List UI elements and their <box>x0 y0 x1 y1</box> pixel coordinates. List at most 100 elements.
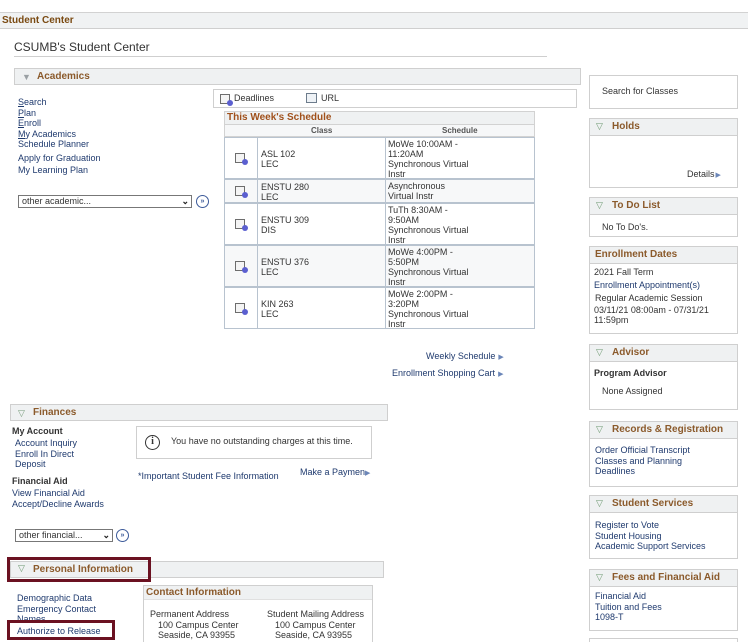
schedule-header-row: Class Schedule <box>224 124 535 137</box>
class-details-icon[interactable] <box>235 261 248 273</box>
holds-details-link[interactable]: Details▶ <box>687 169 721 179</box>
arrow-right-icon: ▶ <box>365 470 371 477</box>
arrow-right-icon: ▶ <box>498 371 504 378</box>
link-account-inquiry[interactable]: Account Inquiry <box>15 438 77 448</box>
mailing-address-line2: Seaside, CA 93955 <box>275 630 353 640</box>
link-register-vote[interactable]: Register to Vote <box>595 520 659 530</box>
link-enroll-direct[interactable]: Enroll In Direct <box>15 449 74 459</box>
class-name: ENSTU 280 <box>261 182 310 192</box>
program-advisor-label: Program Advisor <box>594 368 667 378</box>
permanent-address-line1: 100 Campus Center <box>158 619 239 630</box>
link-classes-planning[interactable]: Classes and Planning <box>595 456 682 466</box>
link-search[interactable]: Search <box>18 97 47 107</box>
shopping-cart-link[interactable]: Enrollment Shopping Cart ▶ <box>392 368 503 378</box>
records-title: Records & Registration <box>612 424 724 435</box>
schedule-row: ENSTU 309 DIS TuTh 8:30AM -9:50AM Synchrono… <box>224 203 535 245</box>
schedule-cell: MoWe 4:00PM -5:50PM Synchronous Virtual In… <box>386 246 534 287</box>
class-details-cell[interactable] <box>225 288 258 328</box>
class-details-cell[interactable] <box>225 138 258 178</box>
url-link[interactable]: URL <box>321 93 339 103</box>
class-name: ENSTU 376 <box>261 257 310 267</box>
fee-info-link[interactable]: *Important Student Fee Information <box>138 471 279 481</box>
term: 2021 Fall Term <box>594 267 654 277</box>
collapse-icon[interactable]: ▽ <box>18 408 25 419</box>
link-tuition-fees[interactable]: Tuition and Fees <box>595 602 662 612</box>
schedule-line: MoWe 4:00PM - <box>388 247 453 257</box>
schedule-line: MoWe 10:00AM - <box>388 139 458 149</box>
class-name: KIN 263 <box>261 299 294 309</box>
link-learning-plan[interactable]: My Learning Plan <box>18 165 88 175</box>
todo-text: No To Do's. <box>602 222 649 232</box>
link-demographic-data[interactable]: Demographic Data <box>17 593 92 603</box>
personal-info-header[interactable]: ▽ Personal Information <box>7 557 151 582</box>
link-deposit[interactable]: Deposit <box>15 459 46 469</box>
class-details-icon[interactable] <box>235 186 248 198</box>
link-view-financial-aid[interactable]: View Financial Aid <box>12 488 85 498</box>
link-academic-support[interactable]: Academic Support Services <box>595 541 706 551</box>
contact-info-panel: Contact Information Permanent Address 10… <box>143 585 373 642</box>
class-details-icon[interactable] <box>235 153 248 165</box>
collapse-icon[interactable]: ▽ <box>596 498 603 509</box>
collapse-icon[interactable]: ▽ <box>18 563 25 574</box>
collapse-icon[interactable]: ▼ <box>22 72 31 82</box>
search-classes-box: Search for Classes <box>589 75 738 109</box>
link-student-housing[interactable]: Student Housing <box>595 531 662 541</box>
search-classes-link[interactable]: Search for Classes <box>602 86 678 96</box>
class-name: ASL 102 <box>261 149 296 159</box>
next-box-edge <box>589 638 738 642</box>
link-apply-graduation[interactable]: Apply for Graduation <box>18 153 101 163</box>
other-academic-select[interactable]: other academic... ⌄ <box>18 195 192 208</box>
link-financial-aid[interactable]: Financial Aid <box>595 591 646 601</box>
deadlines-link[interactable]: Deadlines <box>234 93 274 103</box>
academics-header[interactable]: ▼ Academics <box>14 68 581 85</box>
schedule-cell: TuTh 8:30AM -9:50AM Synchronous Virtual In… <box>386 204 534 245</box>
class-component: DIS <box>261 225 277 235</box>
link-emergency-contact[interactable]: Emergency Contact <box>17 604 96 614</box>
enrollment-appointments-link[interactable]: Enrollment Appointment(s) <box>594 280 700 290</box>
link-authorize-release[interactable]: Authorize to Release <box>17 626 101 636</box>
enrollment-dates-title: Enrollment Dates <box>595 249 678 260</box>
date-range: 03/11/21 08:00am - 07/31/21 <box>594 305 709 315</box>
collapse-icon[interactable]: ▽ <box>596 572 603 583</box>
student-services-title: Student Services <box>612 498 694 509</box>
schedule-line: Synchronous Virtual <box>388 267 469 277</box>
link-enroll[interactable]: Enroll <box>18 118 41 128</box>
link-order-transcript[interactable]: Order Official Transcript <box>595 445 690 455</box>
link-my-academics[interactable]: My Academics <box>18 129 76 139</box>
charges-notice: i You have no outstanding charges at thi… <box>136 426 372 459</box>
collapse-icon[interactable]: ▽ <box>596 121 603 132</box>
finances-header[interactable]: ▽ Finances <box>10 404 388 421</box>
class-details-cell[interactable] <box>225 246 258 286</box>
collapse-icon[interactable]: ▽ <box>596 200 603 211</box>
link-1098t[interactable]: 1098-T <box>595 612 624 622</box>
collapse-icon[interactable]: ▽ <box>596 424 603 435</box>
schedule-line: Synchronous Virtual <box>388 159 469 169</box>
go-button[interactable]: » <box>196 195 209 208</box>
enrollment-dates-box: Enrollment Dates 2021 Fall Term Enrollme… <box>589 246 738 334</box>
make-payment-link[interactable]: Make a Paymen▶ <box>300 467 370 477</box>
header-title: Student Center <box>2 15 74 26</box>
go-button[interactable]: » <box>116 529 129 542</box>
link-deadlines[interactable]: Deadlines <box>595 466 635 476</box>
financial-aid-heading: Financial Aid <box>12 476 68 486</box>
schedule-line: Instr <box>388 277 406 287</box>
class-details-cell[interactable] <box>225 204 258 244</box>
link-schedule-planner[interactable]: Schedule Planner <box>18 139 89 149</box>
arrow-right-icon: ▶ <box>715 172 721 179</box>
class-details-icon[interactable] <box>235 219 248 231</box>
col-class: Class <box>311 126 333 135</box>
class-details-icon[interactable] <box>235 303 248 315</box>
link-accept-decline[interactable]: Accept/Decline Awards <box>12 499 104 509</box>
link-plan[interactable]: Plan <box>18 108 36 118</box>
academics-title: Academics <box>37 71 90 82</box>
url-icon <box>306 93 317 103</box>
weekly-schedule-table: This Week's Schedule Class Schedule ASL … <box>224 111 535 329</box>
other-financial-select[interactable]: other financial... ⌄ <box>15 529 113 542</box>
class-component: LEC <box>261 267 279 277</box>
fees-aid-box: ▽ Fees and Financial Aid Financial Aid Tu… <box>589 569 738 631</box>
class-cell: ENSTU 280 LEC <box>258 180 386 202</box>
weekly-schedule-link[interactable]: Weekly Schedule ▶ <box>426 351 504 361</box>
class-details-cell[interactable] <box>225 180 258 202</box>
schedule-line: TuTh 8:30AM - <box>388 205 448 215</box>
collapse-icon[interactable]: ▽ <box>596 347 603 358</box>
